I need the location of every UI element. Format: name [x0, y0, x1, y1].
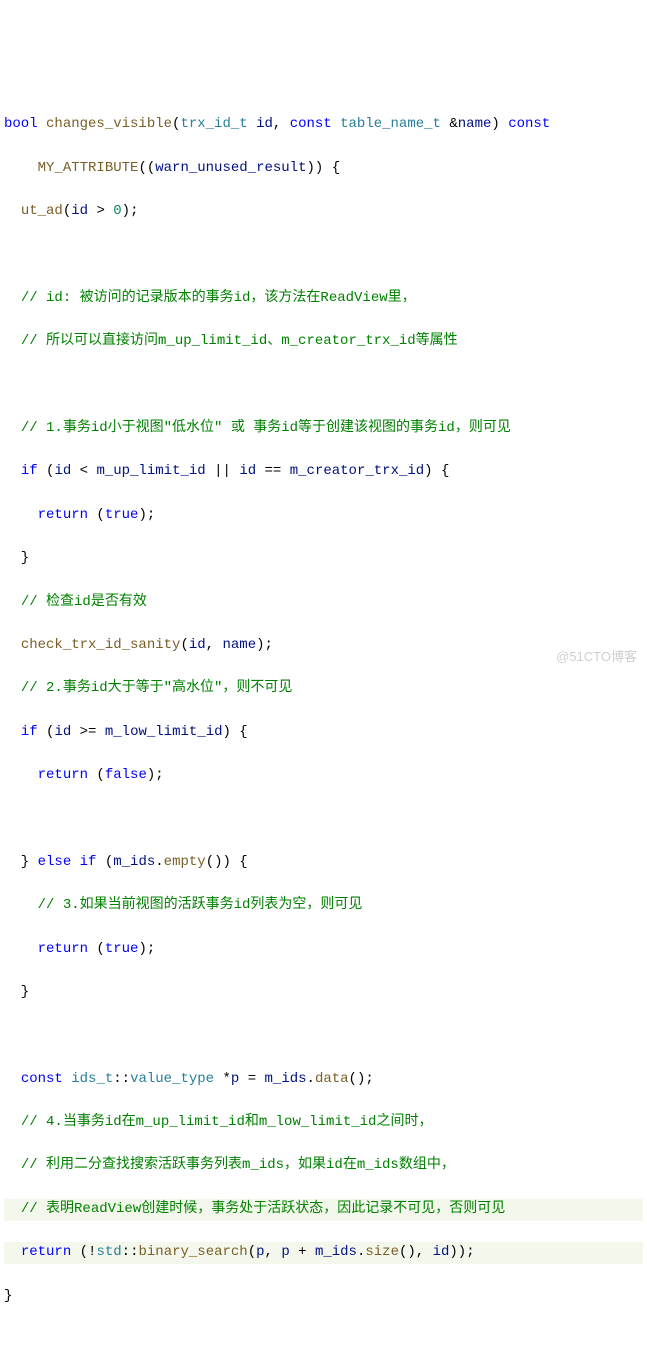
arg: name: [222, 637, 256, 653]
op: +: [298, 1244, 306, 1260]
comment: // 2.事务id大于等于"高水位"，则不可见: [21, 680, 293, 696]
method: size: [365, 1244, 399, 1260]
var: p: [231, 1071, 239, 1087]
keyword: const: [290, 116, 332, 132]
keyword: return: [38, 767, 88, 783]
code-line-highlight: return (!std::binary_search(p, p + m_ids…: [4, 1242, 643, 1264]
comment: // 4.当事务id在m_up_limit_id和m_low_limit_id之…: [21, 1114, 433, 1130]
keyword: if: [80, 854, 97, 870]
comment: // 所以可以直接访问m_up_limit_id、m_creator_trx_i…: [21, 333, 458, 349]
code-line: const ids_t::value_type *p = m_ids.data(…: [4, 1069, 643, 1091]
blank-line: [4, 808, 643, 830]
number: 0: [113, 203, 121, 219]
code-line: if (id >= m_low_limit_id) {: [4, 722, 643, 744]
amp: &: [449, 116, 457, 132]
keyword: false: [105, 767, 147, 783]
code-line: } else if (m_ids.empty()) {: [4, 852, 643, 874]
member: m_low_limit_id: [105, 724, 223, 740]
type: table_name_t: [340, 116, 441, 132]
arg: p: [281, 1244, 289, 1260]
comment: // 3.如果当前视图的活跃事务id列表为空，则可见: [38, 897, 363, 913]
keyword: if: [21, 463, 38, 479]
id: id: [71, 203, 88, 219]
function-call: binary_search: [138, 1244, 247, 1260]
type: trx_id_t: [180, 116, 247, 132]
keyword: true: [105, 507, 139, 523]
method: empty: [164, 854, 206, 870]
code-line: // 1.事务id小于视图"低水位" 或 事务id等于创建该视图的事务id，则可…: [4, 418, 643, 440]
function-call: check_trx_id_sanity: [21, 637, 181, 653]
code-line: return (true);: [4, 505, 643, 527]
code-line: // 2.事务id大于等于"高水位"，则不可见: [4, 678, 643, 700]
keyword: return: [38, 941, 88, 957]
function-name: changes_visible: [46, 116, 172, 132]
keyword: if: [21, 724, 38, 740]
op: !: [88, 1244, 96, 1260]
keyword-bool: bool: [4, 116, 38, 132]
code-line: // 3.如果当前视图的活跃事务id列表为空，则可见: [4, 895, 643, 917]
comment: // 1.事务id小于视图"低水位" 或 事务id等于创建该视图的事务id，则可…: [21, 420, 511, 436]
param: id: [256, 116, 273, 132]
keyword: true: [105, 941, 139, 957]
code-line: // 所以可以直接访问m_up_limit_id、m_creator_trx_i…: [4, 331, 643, 353]
namespace: std: [96, 1244, 121, 1260]
code-line: return (true);: [4, 939, 643, 961]
method: data: [315, 1071, 349, 1087]
code-line: }: [4, 982, 643, 1004]
blank-line: [4, 1025, 643, 1047]
blank-line: [4, 245, 643, 267]
type: ids_t: [71, 1071, 113, 1087]
comment: // 表明ReadView创建时候，事务处于活跃状态，因此记录不可见，否则可见: [21, 1201, 505, 1217]
type: value_type: [130, 1071, 214, 1087]
comment: // 检查id是否有效: [21, 594, 147, 610]
op: ||: [214, 463, 231, 479]
id: id: [54, 463, 71, 479]
code-line-highlight: // 表明ReadView创建时候，事务处于活跃状态，因此记录不可见，否则可见: [4, 1199, 643, 1221]
code-line: if (id < m_up_limit_id || id == m_creato…: [4, 461, 643, 483]
code-line: MY_ATTRIBUTE((warn_unused_result)) {: [4, 158, 643, 180]
code-line: }: [4, 1286, 643, 1308]
op: >=: [80, 724, 97, 740]
keyword: return: [21, 1244, 71, 1260]
attr-arg: warn_unused_result: [155, 160, 306, 176]
keyword: const: [21, 1071, 63, 1087]
code-line: // id: 被访问的记录版本的事务id，该方法在ReadView里，: [4, 288, 643, 310]
keyword: const: [508, 116, 550, 132]
code-line: check_trx_id_sanity(id, name);: [4, 635, 643, 657]
op: ==: [265, 463, 282, 479]
code-line: // 检查id是否有效: [4, 592, 643, 614]
arg: id: [189, 637, 206, 653]
op: <: [80, 463, 88, 479]
member: m_ids: [265, 1071, 307, 1087]
code-block: bool changes_visible(trx_id_t id, const …: [4, 93, 643, 1329]
comment: // id: 被访问的记录版本的事务id，该方法在ReadView里，: [21, 290, 416, 306]
keyword: else: [38, 854, 72, 870]
id: id: [54, 724, 71, 740]
id: id: [239, 463, 256, 479]
watermark: @51CTO博客: [556, 647, 637, 667]
op: >: [96, 203, 104, 219]
code-line: }: [4, 548, 643, 570]
keyword: return: [38, 507, 88, 523]
macro: ut_ad: [21, 203, 63, 219]
param: name: [458, 116, 492, 132]
arg: p: [256, 1244, 264, 1260]
code-line: // 利用二分查找搜索活跃事务列表m_ids，如果id在m_ids数组中，: [4, 1155, 643, 1177]
arg: id: [433, 1244, 450, 1260]
code-line: // 4.当事务id在m_up_limit_id和m_low_limit_id之…: [4, 1112, 643, 1134]
comment: // 利用二分查找搜索活跃事务列表m_ids，如果id在m_ids数组中，: [21, 1157, 455, 1173]
member: m_creator_trx_id: [290, 463, 424, 479]
macro: MY_ATTRIBUTE: [38, 160, 139, 176]
blank-line: [4, 375, 643, 397]
member: m_ids: [315, 1244, 357, 1260]
code-line: ut_ad(id > 0);: [4, 201, 643, 223]
member: m_up_limit_id: [96, 463, 205, 479]
code-line: bool changes_visible(trx_id_t id, const …: [4, 114, 643, 136]
code-line: return (false);: [4, 765, 643, 787]
member: m_ids: [113, 854, 155, 870]
